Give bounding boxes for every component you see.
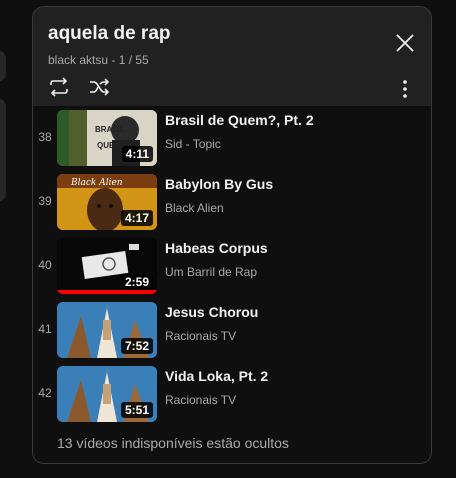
video-title[interactable]: Brasil de Quem?, Pt. 2 bbox=[165, 112, 314, 128]
svg-text:BRASIL: BRASIL bbox=[95, 125, 125, 134]
loop-icon bbox=[50, 77, 68, 97]
video-thumbnail[interactable]: Black Alien 4:17 bbox=[57, 174, 157, 230]
watch-progress-bar bbox=[57, 290, 157, 294]
channel-name[interactable]: Black Alien bbox=[165, 201, 224, 215]
duration-badge: 4:17 bbox=[120, 210, 153, 226]
channel-name[interactable]: Um Barril de Rap bbox=[165, 265, 257, 279]
video-thumbnail[interactable]: 7:52 bbox=[57, 302, 157, 358]
duration-badge: 7:52 bbox=[120, 338, 153, 354]
video-thumbnail[interactable]: 5:51 bbox=[57, 366, 157, 422]
playlist-item[interactable]: 40 2:59 Habeas Corpus Um Barril de Rap bbox=[33, 234, 431, 298]
playlist-title[interactable]: aquela de rap bbox=[48, 23, 171, 45]
channel-name[interactable]: Racionais TV bbox=[165, 393, 236, 407]
item-index: 40 bbox=[38, 258, 52, 272]
video-title[interactable]: Vida Loka, Pt. 2 bbox=[165, 368, 268, 384]
video-title[interactable]: Babylon By Gus bbox=[165, 176, 273, 192]
background-card bbox=[0, 98, 6, 202]
playlist-subtitle[interactable]: black aktsu - 1 / 55 bbox=[48, 53, 149, 67]
video-thumbnail[interactable]: 2:59 bbox=[57, 238, 157, 294]
playlist-items: 38 BRASIL QUEM? 4:11 Brasil de Quem?, Pt… bbox=[33, 106, 431, 463]
channel-name[interactable]: Sid - Topic bbox=[165, 137, 221, 151]
playlist-item[interactable]: 42 5:51 Vida Loka, Pt. 2 Racionais TV bbox=[33, 362, 431, 426]
playlist-panel: aquela de rap black aktsu - 1 / 55 38 BR… bbox=[32, 6, 432, 464]
duration-badge: 4:11 bbox=[121, 146, 153, 162]
svg-text:Black Alien: Black Alien bbox=[70, 178, 123, 188]
more-vertical-icon bbox=[403, 80, 407, 98]
item-index: 41 bbox=[38, 322, 52, 336]
playlist-item[interactable]: 39 Black Alien 4:17 Babylon By Gus Black… bbox=[33, 170, 431, 234]
video-title[interactable]: Jesus Chorou bbox=[165, 304, 258, 320]
close-button[interactable] bbox=[393, 31, 417, 55]
loop-button[interactable] bbox=[47, 75, 71, 99]
duration-badge: 2:59 bbox=[120, 274, 153, 290]
background-pill bbox=[0, 50, 6, 82]
playlist-item[interactable]: 41 7:52 Jesus Chorou Racionais TV bbox=[33, 298, 431, 362]
close-icon bbox=[396, 34, 414, 52]
hidden-videos-notice: 13 vídeos indisponíveis estão ocultos bbox=[57, 435, 289, 451]
playlist-item[interactable]: 38 BRASIL QUEM? 4:11 Brasil de Quem?, Pt… bbox=[33, 106, 431, 170]
shuffle-button[interactable] bbox=[87, 75, 111, 99]
video-thumbnail[interactable]: BRASIL QUEM? 4:11 bbox=[57, 110, 157, 166]
item-index: 39 bbox=[38, 194, 52, 208]
video-title[interactable]: Habeas Corpus bbox=[165, 240, 268, 256]
playlist-header: aquela de rap black aktsu - 1 / 55 bbox=[33, 7, 431, 106]
shuffle-icon bbox=[90, 78, 110, 96]
duration-badge: 5:51 bbox=[120, 402, 153, 418]
channel-name[interactable]: Racionais TV bbox=[165, 329, 236, 343]
item-index: 42 bbox=[38, 386, 52, 400]
more-actions-button[interactable] bbox=[393, 77, 417, 101]
item-index: 38 bbox=[38, 130, 52, 144]
